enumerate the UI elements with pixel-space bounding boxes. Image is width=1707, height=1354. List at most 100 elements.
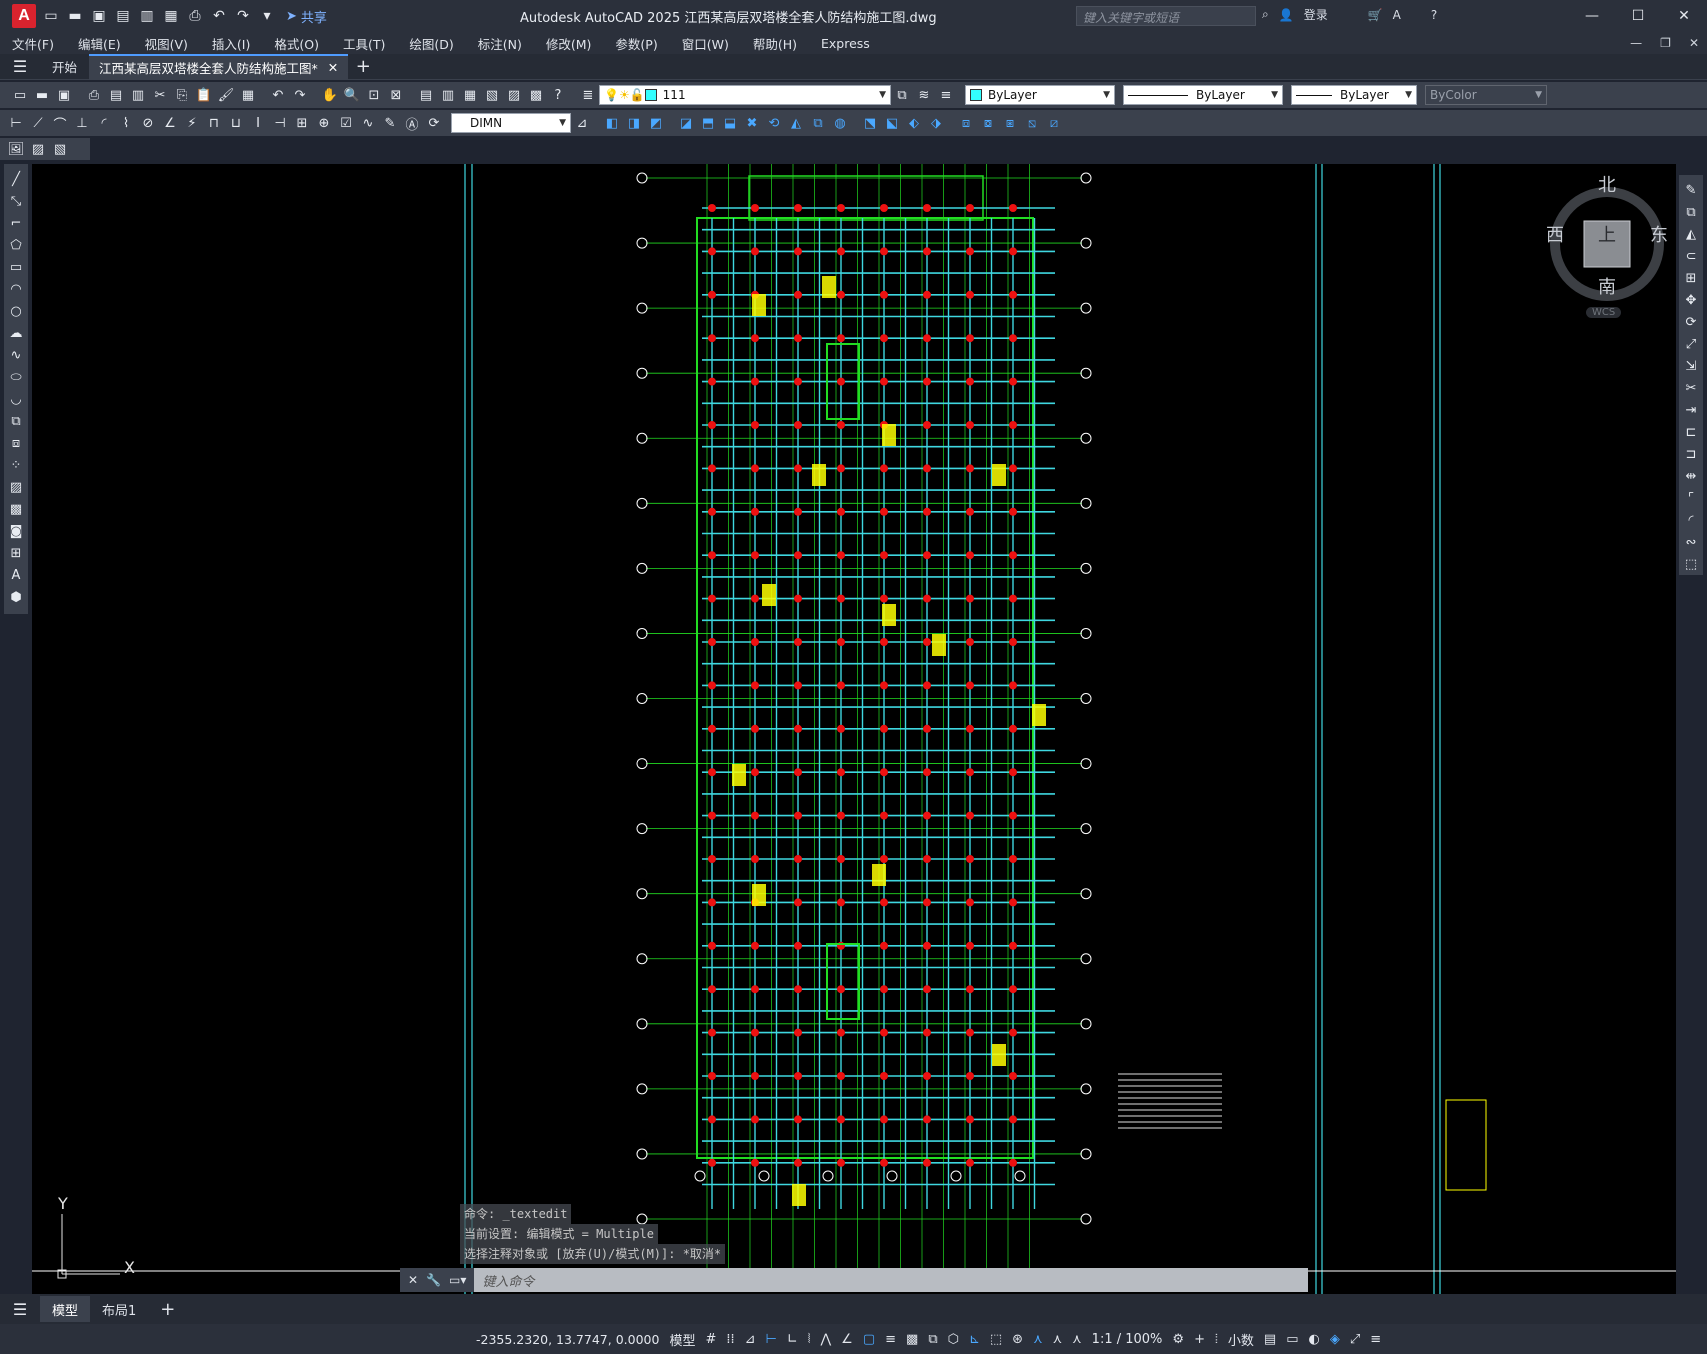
break-icon[interactable]: ⊐ xyxy=(1681,443,1701,465)
slice-icon[interactable]: ⧅ xyxy=(1022,113,1042,133)
maximize-icon[interactable]: ☐ xyxy=(1615,0,1661,32)
menu-insert[interactable]: 插入(I) xyxy=(200,34,262,53)
insert-block-icon[interactable]: ⧉ xyxy=(6,410,26,432)
tool-palettes-icon[interactable]: ▦ xyxy=(460,85,480,105)
save-icon[interactable]: ▣ xyxy=(54,85,74,105)
menu-dimension[interactable]: 标注(N) xyxy=(466,34,534,53)
menu-express[interactable]: Express xyxy=(809,36,882,51)
offset-icon[interactable]: ⊂ xyxy=(1681,245,1701,267)
menu-window[interactable]: 窗口(W) xyxy=(670,34,741,53)
wcs-menu[interactable]: WCS xyxy=(1586,307,1622,318)
grid-icon[interactable]: # xyxy=(705,1332,716,1347)
dim-update-icon[interactable]: ⟳ xyxy=(424,113,444,133)
isolate-objects-icon[interactable]: ◐ xyxy=(1309,1332,1320,1347)
zoom-window-icon[interactable]: ⊡ xyxy=(364,85,384,105)
app-logo[interactable]: A xyxy=(12,4,36,28)
menu-edit[interactable]: 编辑(E) xyxy=(66,34,133,53)
scale-icon[interactable]: ⤢ xyxy=(1681,333,1701,355)
break-at-point-icon[interactable]: ⊏ xyxy=(1681,421,1701,443)
menu-view[interactable]: 视图(V) xyxy=(133,34,200,53)
tab-drawing[interactable]: 江西某高层双塔楼全套人防结构施工图* ✕ xyxy=(89,53,349,80)
imprint-icon[interactable]: ⬖ xyxy=(904,113,924,133)
annotation-scale-icon[interactable]: ⋏ xyxy=(1072,1332,1082,1347)
dim-edit-icon[interactable]: ✎ xyxy=(380,113,400,133)
minimize-icon[interactable]: — xyxy=(1569,0,1615,32)
ordinate-dim-icon[interactable]: ⊥ xyxy=(72,113,92,133)
extrude-faces-icon[interactable]: ◪ xyxy=(676,113,696,133)
offset-faces-icon[interactable]: ⬓ xyxy=(720,113,740,133)
infer-constraints-icon[interactable]: ⊿ xyxy=(745,1332,756,1347)
new-tab-button[interactable]: + xyxy=(348,56,378,77)
aligned-dim-icon[interactable]: ⟋ xyxy=(28,113,48,133)
gradient-icon[interactable]: ▩ xyxy=(6,498,26,520)
help-icon[interactable]: ? xyxy=(548,85,568,105)
sheet-set-icon[interactable]: ▧ xyxy=(482,85,502,105)
customize-dropdown-icon[interactable]: ▾ xyxy=(258,7,276,25)
design-center-icon[interactable]: ▥ xyxy=(438,85,458,105)
viewcube-top[interactable]: 上 xyxy=(1598,221,1616,247)
dim-text-edit-icon[interactable]: Ⓐ xyxy=(402,113,422,133)
tab-close-icon[interactable]: ✕ xyxy=(328,60,338,75)
color-dropdown[interactable]: ByLayer ▼ xyxy=(965,85,1115,105)
object-snap-icon[interactable]: ▢ xyxy=(863,1332,875,1347)
linear-dim-icon[interactable]: ⊢ xyxy=(6,113,26,133)
subtract-icon[interactable]: ◨ xyxy=(624,113,644,133)
dim-break-icon[interactable]: ⊣ xyxy=(270,113,290,133)
units-icon[interactable]: ⦙ xyxy=(1215,1332,1218,1347)
add-layout-button[interactable]: + xyxy=(148,1299,187,1320)
join-icon[interactable]: ⇹ xyxy=(1681,465,1701,487)
units-value[interactable]: 小数 xyxy=(1228,1330,1254,1349)
open-from-web-icon[interactable]: ▥ xyxy=(138,7,156,25)
explode-icon[interactable]: ⬚ xyxy=(1681,553,1701,575)
open-icon[interactable]: ▬ xyxy=(32,85,52,105)
union-icon[interactable]: ◧ xyxy=(602,113,622,133)
dimstyle-dropdown[interactable]: DIMN ▼ xyxy=(451,113,571,133)
menu-help[interactable]: 帮助(H) xyxy=(741,34,809,53)
lock-ui-icon[interactable]: ▭ xyxy=(1286,1332,1298,1347)
inspection-icon[interactable]: ☑ xyxy=(336,113,356,133)
viewcube-west[interactable]: 西 xyxy=(1546,221,1564,247)
plot-icon[interactable]: ⎙ xyxy=(186,7,204,25)
menu-hamburger-icon[interactable]: ☰ xyxy=(0,57,40,76)
dim-style-icon[interactable]: ⊿ xyxy=(572,113,592,133)
separate-icon[interactable]: ⧈ xyxy=(956,113,976,133)
command-customize-icon[interactable]: 🔧 xyxy=(426,1273,441,1287)
command-close-icon[interactable]: ✕ xyxy=(408,1273,418,1287)
object-snap-tracking-icon[interactable]: ∠ xyxy=(841,1332,853,1347)
menu-draw[interactable]: 绘图(D) xyxy=(397,34,465,53)
new-icon[interactable]: ▭ xyxy=(10,85,30,105)
user-icon[interactable]: 👤 xyxy=(1279,8,1294,22)
image-clip-icon[interactable]: ▨ xyxy=(28,139,48,159)
graphics-performance-icon[interactable]: ◈ xyxy=(1330,1332,1340,1347)
make-block-icon[interactable]: ⧈ xyxy=(6,432,26,454)
check-icon[interactable]: ⧆ xyxy=(1000,113,1020,133)
fillet-icon[interactable]: ◜ xyxy=(1681,509,1701,531)
help-icon[interactable]: ? xyxy=(1431,8,1437,22)
tab-model[interactable]: 模型 xyxy=(40,1296,91,1322)
mirror-icon[interactable]: ◭ xyxy=(1681,223,1701,245)
calculator-icon[interactable]: ▩ xyxy=(526,85,546,105)
rotate-icon[interactable]: ⟳ xyxy=(1681,311,1701,333)
doc-minimize-icon[interactable]: — xyxy=(1630,36,1642,50)
layout-menu-icon[interactable]: ☰ xyxy=(0,1300,40,1319)
annotation-monitor-icon[interactable]: + xyxy=(1194,1332,1205,1347)
section-icon[interactable]: ⧄ xyxy=(1044,113,1064,133)
open-file-icon[interactable]: ▬ xyxy=(66,7,84,25)
redo-icon[interactable]: ↷ xyxy=(290,85,310,105)
selection-filter-icon[interactable]: ⬚ xyxy=(990,1332,1002,1347)
layer-dropdown[interactable]: 💡 ☀ 🔓 111 ▼ xyxy=(599,85,891,105)
drawing-canvas[interactable]: 北 南 东 西 上 WCS Y X xyxy=(32,164,1676,1294)
gizmo-icon[interactable]: ⊛ xyxy=(1012,1332,1023,1347)
circle-icon[interactable]: ○ xyxy=(6,300,26,322)
viewcube[interactable]: 北 南 东 西 上 WCS xyxy=(1532,169,1676,319)
model-space-button[interactable]: 模型 xyxy=(669,1330,695,1349)
auto-scale-icon[interactable]: ⋏ xyxy=(1053,1332,1063,1347)
revision-cloud-icon[interactable]: ☁ xyxy=(6,322,26,344)
taper-faces-icon[interactable]: ◭ xyxy=(786,113,806,133)
layer-properties-icon[interactable]: ≣ xyxy=(578,85,598,105)
doc-close-icon[interactable]: ✕ xyxy=(1689,36,1699,50)
customization-icon[interactable]: ≡ xyxy=(1370,1332,1381,1347)
dynamic-ucs-icon[interactable]: ⊾ xyxy=(969,1332,980,1347)
diameter-dim-icon[interactable]: ⊘ xyxy=(138,113,158,133)
isometric-icon[interactable]: ⋀ xyxy=(820,1332,831,1347)
